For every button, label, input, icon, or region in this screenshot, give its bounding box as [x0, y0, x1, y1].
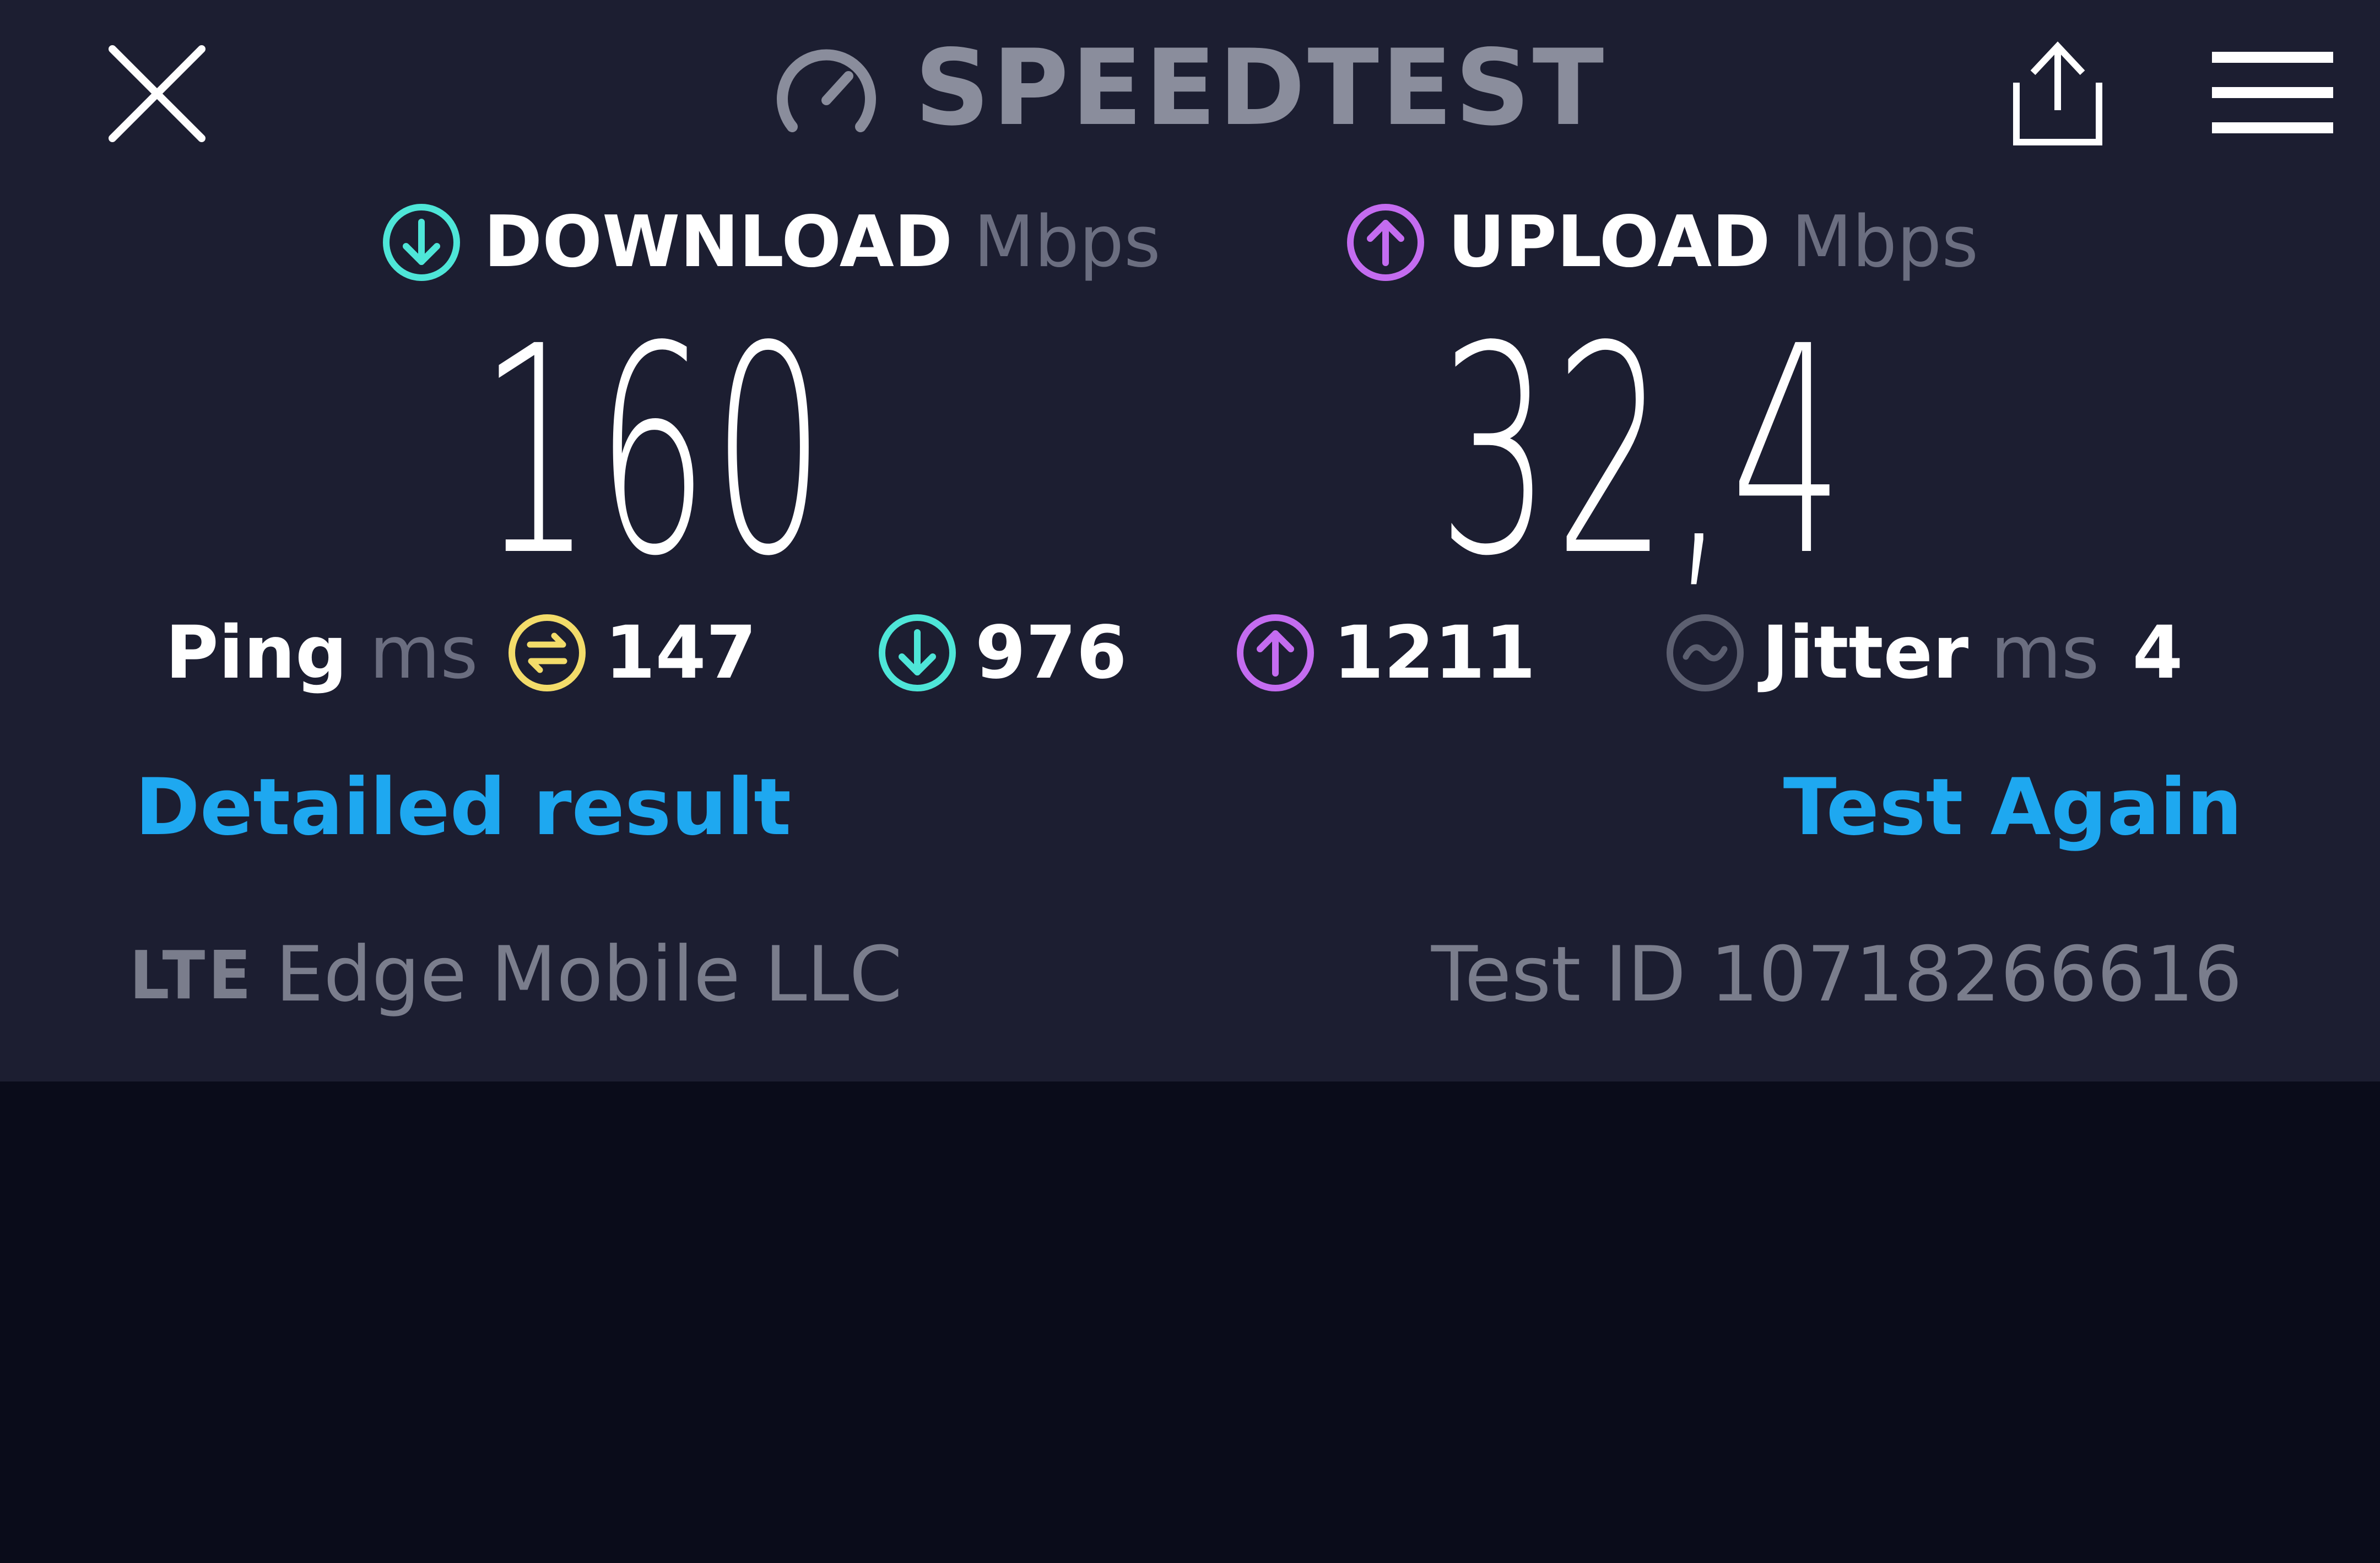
ping-stat: Ping ms 147: [165, 609, 756, 697]
close-button[interactable]: [105, 41, 209, 146]
hamburger-menu-icon: [2212, 52, 2333, 133]
jitter-unit: ms: [1990, 610, 2100, 695]
test-id: Test ID 10718266616: [1431, 930, 2242, 1019]
ping-icon: [508, 614, 586, 691]
download-latency-value: 976: [975, 610, 1127, 695]
upload-speed-value: 32,4: [1438, 285, 1847, 619]
speedometer-icon: [777, 49, 876, 132]
brand-title: SPEEDTEST: [915, 27, 1606, 149]
ping-value: 147: [604, 610, 757, 695]
menu-button[interactable]: [2212, 50, 2333, 138]
download-label: DOWNLOAD: [484, 201, 953, 283]
result-panel: SPEEDTEST DOWNLOAD Mbps UPLOAD Mbps 160 …: [0, 0, 2380, 1081]
jitter-icon: [1667, 614, 1744, 691]
speedtest-logo: SPEEDTEST: [771, 33, 1606, 143]
upload-latency-value: 1211: [1333, 610, 1536, 695]
upload-unit: Mbps: [1791, 201, 1979, 283]
provider-name: Edge Mobile LLC: [275, 930, 902, 1019]
upload-arrow-icon: [1347, 204, 1424, 281]
jitter-value: 4: [2132, 610, 2183, 695]
upload-label: UPLOAD: [1448, 201, 1771, 283]
download-unit: Mbps: [973, 201, 1161, 283]
download-header: DOWNLOAD Mbps: [380, 196, 1161, 289]
app-root: SPEEDTEST DOWNLOAD Mbps UPLOAD Mbps 160 …: [0, 0, 2380, 1563]
share-button[interactable]: [2000, 39, 2110, 149]
ping-label: Ping: [165, 610, 348, 695]
jitter-label: Jitter: [1762, 610, 1969, 695]
ping-unit: ms: [369, 610, 478, 695]
download-arrow-icon: [879, 614, 956, 691]
download-arrow-icon: [383, 204, 460, 281]
network-type-badge: LTE: [129, 938, 255, 1014]
close-icon: [109, 45, 205, 142]
jitter-stat: Jitter ms 4: [1664, 609, 2183, 697]
download-latency-stat: 976: [876, 609, 1127, 697]
download-speed-value: 160: [479, 285, 829, 619]
share-icon: [2013, 41, 2102, 145]
test-again-link[interactable]: Test Again: [1783, 769, 2242, 847]
upload-latency-stat: 1211: [1234, 609, 1535, 697]
upload-header: UPLOAD Mbps: [1344, 196, 1978, 289]
upload-arrow-icon: [1237, 614, 1314, 691]
detailed-result-link[interactable]: Detailed result: [135, 769, 791, 847]
